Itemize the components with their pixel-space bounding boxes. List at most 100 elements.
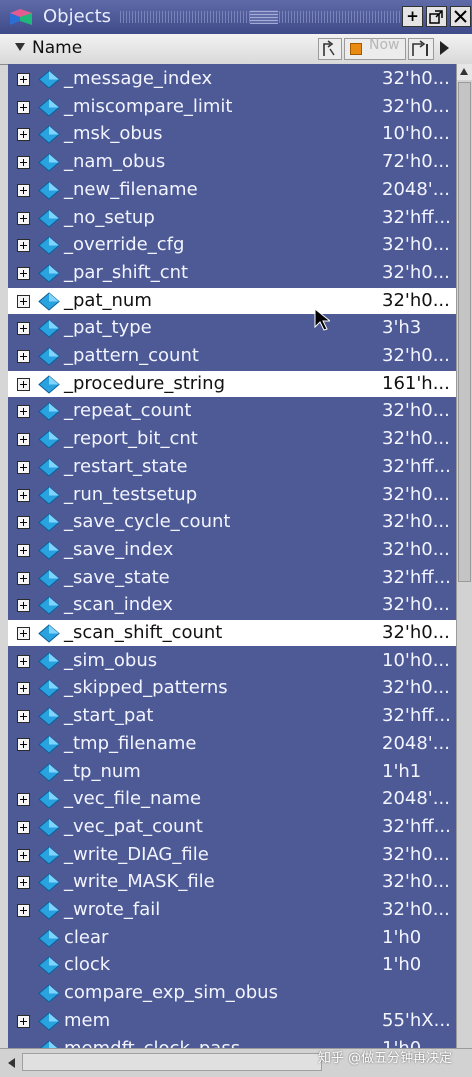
sort-arrow-icon[interactable] xyxy=(15,43,25,51)
expand-icon[interactable] xyxy=(17,516,30,529)
signal-row[interactable]: _save_index 32'h0... xyxy=(8,537,456,564)
signal-diamond-icon xyxy=(38,402,60,421)
signal-row[interactable]: _pattern_count 32'h0... xyxy=(8,343,456,370)
expand-icon[interactable] xyxy=(17,572,30,585)
signal-row[interactable]: _write_MASK_file 32'h0... xyxy=(8,869,456,896)
signal-row[interactable]: _new_filename 2048'... xyxy=(8,177,456,204)
signal-row[interactable]: _start_pat 32'hff... xyxy=(8,703,456,730)
expand-icon[interactable] xyxy=(17,849,30,862)
expand-icon[interactable] xyxy=(17,599,30,612)
signal-row[interactable]: _procedure_string 161'h... xyxy=(8,371,456,397)
signal-row[interactable]: _restart_state 32'hff... xyxy=(8,454,456,481)
expand-icon[interactable] xyxy=(17,322,30,335)
go-to-icon[interactable] xyxy=(318,38,342,60)
signal-row[interactable]: _pat_type 3'h3 xyxy=(8,315,456,342)
expand-icon[interactable] xyxy=(17,156,30,169)
expand-icon[interactable] xyxy=(17,378,30,391)
expand-icon[interactable] xyxy=(17,184,30,197)
signal-diamond-icon xyxy=(38,458,60,477)
signal-row[interactable]: _message_index 32'h0... xyxy=(8,66,456,93)
signal-row[interactable]: _run_testsetup 32'h0... xyxy=(8,482,456,509)
signal-row[interactable]: _vec_pat_count 32'hff... xyxy=(8,814,456,841)
signal-name: compare_exp_sim_obus xyxy=(64,982,278,1003)
expand-icon[interactable] xyxy=(17,682,30,695)
signal-row[interactable]: _no_setup 32'hff... xyxy=(8,205,456,232)
signal-name: _scan_index xyxy=(64,594,173,615)
expand-icon[interactable] xyxy=(17,267,30,280)
step-forward-icon[interactable] xyxy=(408,38,434,60)
signal-row[interactable]: _save_state 32'hff... xyxy=(8,565,456,592)
signal-row[interactable]: _miscompare_limit 32'h0... xyxy=(8,94,456,121)
signal-row[interactable]: _report_bit_cnt 32'h0... xyxy=(8,426,456,453)
signal-row[interactable]: _wrote_fail 32'h0... xyxy=(8,897,456,924)
expand-icon[interactable] xyxy=(17,128,30,141)
signal-row[interactable]: _pat_num 32'h0... xyxy=(8,288,456,314)
signal-row[interactable]: _par_shift_cnt 32'h0... xyxy=(8,260,456,287)
signal-row[interactable]: _write_DIAG_file 32'h0... xyxy=(8,842,456,869)
signal-name: _save_state xyxy=(64,567,170,588)
vertical-scroll-thumb[interactable] xyxy=(458,82,471,582)
undock-icon[interactable] xyxy=(426,6,447,27)
signal-diamond-icon xyxy=(39,1040,59,1048)
expand-icon[interactable] xyxy=(17,627,30,640)
signal-diamond-icon xyxy=(38,569,60,588)
now-label: Now xyxy=(369,37,400,53)
expand-icon[interactable] xyxy=(17,433,30,446)
expand-icon[interactable] xyxy=(17,738,30,751)
signal-row[interactable]: _override_cfg 32'h0... xyxy=(8,232,456,259)
more-columns-icon[interactable] xyxy=(440,41,449,55)
signal-value: 32'hff... xyxy=(382,456,451,477)
name-column-label[interactable]: Name xyxy=(32,38,82,58)
expand-icon[interactable] xyxy=(17,710,30,723)
expand-icon[interactable] xyxy=(17,73,30,86)
signal-row[interactable]: _vec_file_name 2048'... xyxy=(8,786,456,813)
horizontal-scroll-thumb[interactable] xyxy=(22,1053,322,1071)
signal-row[interactable]: _msk_obus 10'h0... xyxy=(8,121,456,148)
expand-icon[interactable] xyxy=(17,489,30,502)
signal-row[interactable]: _save_cycle_count 32'h0... xyxy=(8,509,456,536)
expand-icon[interactable] xyxy=(17,904,30,917)
signal-diamond-icon xyxy=(38,98,60,117)
expand-icon[interactable] xyxy=(17,544,30,557)
expand-icon[interactable] xyxy=(17,212,30,225)
expand-icon[interactable] xyxy=(17,101,30,114)
expand-icon[interactable] xyxy=(17,655,30,668)
signal-row[interactable]: _nam_obus 72'h0... xyxy=(8,149,456,176)
expand-icon[interactable] xyxy=(17,793,30,806)
vertical-scrollbar[interactable] xyxy=(456,64,472,1048)
signal-row[interactable]: _repeat_count 32'h0... xyxy=(8,398,456,425)
signal-name: _pat_type xyxy=(64,317,152,338)
expand-icon[interactable] xyxy=(17,405,30,418)
signal-row[interactable]: _sim_obus 10'h0... xyxy=(8,648,456,675)
signal-row[interactable]: _tp_num 1'h1 xyxy=(8,759,456,786)
signal-value: 32'h0... xyxy=(382,484,450,505)
expand-icon[interactable] xyxy=(17,461,30,474)
expand-icon[interactable] xyxy=(17,1015,30,1028)
signal-name: _skipped_patterns xyxy=(64,677,228,698)
expand-icon[interactable] xyxy=(17,239,30,252)
signal-name: _write_DIAG_file xyxy=(64,844,209,865)
scroll-up-icon[interactable] xyxy=(457,64,472,80)
signal-row[interactable]: _scan_shift_count 32'h0... xyxy=(8,620,456,646)
expand-icon[interactable] xyxy=(17,350,30,363)
signal-diamond-icon xyxy=(38,375,60,394)
add-icon[interactable]: + xyxy=(402,6,423,27)
signal-name: _save_cycle_count xyxy=(64,511,231,532)
signal-row[interactable]: _tmp_filename 2048'... xyxy=(8,731,456,758)
expand-icon[interactable] xyxy=(17,876,30,889)
signal-diamond-icon xyxy=(38,624,60,643)
title-drag-handle[interactable] xyxy=(120,10,400,24)
signal-row[interactable]: clock 1'h0 xyxy=(8,952,456,979)
signal-row[interactable]: clear 1'h0 xyxy=(8,925,456,952)
signal-row[interactable]: _scan_index 32'h0... xyxy=(8,592,456,619)
expand-icon[interactable] xyxy=(17,821,30,834)
signal-row[interactable]: mem 55'hX... xyxy=(8,1008,456,1035)
signal-row[interactable]: compare_exp_sim_obus xyxy=(8,980,456,1007)
signal-name: _pat_num xyxy=(64,290,152,311)
close-icon[interactable] xyxy=(450,6,471,27)
scroll-left-icon[interactable] xyxy=(6,1055,20,1071)
signal-name: _start_pat xyxy=(64,705,154,726)
signal-row[interactable]: _skipped_patterns 32'h0... xyxy=(8,675,456,702)
column-header: Name Now xyxy=(0,34,472,65)
expand-icon[interactable] xyxy=(17,295,30,308)
